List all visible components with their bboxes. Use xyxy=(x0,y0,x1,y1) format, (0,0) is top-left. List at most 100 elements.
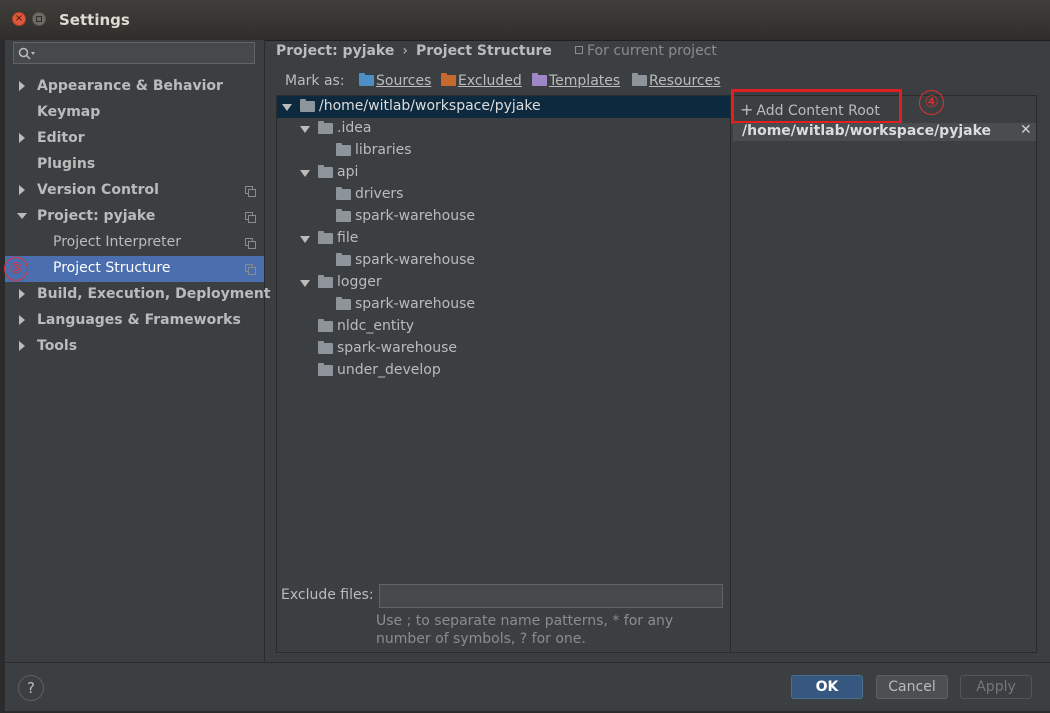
remove-content-root-icon[interactable]: ✕ xyxy=(1020,122,1032,138)
scope-copy-icon xyxy=(575,46,583,54)
help-button[interactable]: ? xyxy=(18,675,44,701)
exclude-files-label: Exclude files: xyxy=(281,587,374,603)
cancel-button[interactable]: Cancel xyxy=(876,675,948,699)
scope-indicator: For current project xyxy=(575,43,717,59)
sidebar-item-label: Plugins xyxy=(37,156,96,172)
collapsed-arrow-icon[interactable] xyxy=(19,81,25,91)
sidebar-item-project-interpreter[interactable]: Project Interpreter xyxy=(5,230,264,256)
tree-row[interactable]: libraries xyxy=(277,140,730,162)
mark-templates-button[interactable]: Templates xyxy=(532,73,620,89)
settings-search-box[interactable] xyxy=(13,42,255,64)
ok-button[interactable]: OK xyxy=(791,675,863,699)
sidebar-item-label: Project Interpreter xyxy=(53,234,182,250)
sources-folder-icon xyxy=(359,73,374,86)
tree-row-label: libraries xyxy=(355,142,412,158)
tree-row[interactable]: spark-warehouse xyxy=(277,250,730,272)
tree-row[interactable]: spark-warehouse xyxy=(277,206,730,228)
tree-row-label: under_develop xyxy=(337,362,441,378)
sidebar-item-label: Tools xyxy=(37,338,78,354)
expand-arrow-icon[interactable] xyxy=(300,236,310,243)
expanded-arrow-icon[interactable] xyxy=(17,213,27,219)
collapsed-arrow-icon[interactable] xyxy=(19,185,25,195)
expand-arrow-icon[interactable] xyxy=(282,104,292,111)
sidebar-item-version-control[interactable]: Version Control xyxy=(5,178,264,204)
folder-icon xyxy=(336,297,351,310)
annotation-marker-3: ③ xyxy=(4,257,28,281)
annotation-highlight-box xyxy=(731,89,902,124)
collapsed-arrow-icon[interactable] xyxy=(19,289,25,299)
scope-label: For current project xyxy=(587,43,717,59)
mark-as-label: Mark as: xyxy=(285,73,345,89)
tree-row[interactable]: .idea xyxy=(277,118,730,140)
expand-arrow-icon[interactable] xyxy=(300,126,310,133)
search-input[interactable] xyxy=(40,44,254,64)
exclude-files-input[interactable] xyxy=(379,584,723,608)
expand-arrow-icon[interactable] xyxy=(300,280,310,287)
sidebar-item-label: Project: pyjake xyxy=(37,208,156,224)
sidebar-item-label: Keymap xyxy=(37,104,101,120)
title-bar: × Settings xyxy=(0,0,1050,41)
content-root-row[interactable]: /home/witlab/workspace/pyjake ✕ xyxy=(733,122,1036,141)
window-title: Settings xyxy=(59,11,130,29)
sidebar-item-appearance-behavior[interactable]: Appearance & Behavior xyxy=(5,74,264,100)
tree-row[interactable]: /home/witlab/workspace/pyjake xyxy=(277,96,730,118)
expand-arrow-icon[interactable] xyxy=(300,170,310,177)
apply-button[interactable]: Apply xyxy=(960,675,1032,699)
sidebar-item-project-structure[interactable]: Project Structure xyxy=(5,256,264,282)
breadcrumb-project: Project: pyjake xyxy=(276,43,395,59)
exclude-files-hint: Use ; to separate name patterns, * for a… xyxy=(376,613,674,647)
close-window-icon[interactable]: × xyxy=(12,12,26,26)
folder-icon xyxy=(318,341,333,354)
settings-sidebar: Appearance & Behavior Keymap Editor Plugins… xyxy=(5,40,271,662)
folder-icon xyxy=(336,187,351,200)
tree-row-label: /home/witlab/workspace/pyjake xyxy=(319,98,541,114)
folder-icon xyxy=(336,253,351,266)
sidebar-item-label: Editor xyxy=(37,130,85,146)
folder-icon xyxy=(318,231,333,244)
maximize-window-icon[interactable] xyxy=(32,12,46,26)
folder-icon xyxy=(318,275,333,288)
mark-sources-button[interactable]: Sources xyxy=(359,73,431,89)
sidebar-item-keymap[interactable]: Keymap xyxy=(5,100,264,126)
sidebar-item-project-pyjake[interactable]: Project: pyjake xyxy=(5,204,264,230)
mark-sources-label: Sources xyxy=(376,73,432,89)
tree-row[interactable]: api xyxy=(277,162,730,184)
tree-row[interactable]: nldc_entity xyxy=(277,316,730,338)
tree-row[interactable]: file xyxy=(277,228,730,250)
mark-resources-button[interactable]: Resources xyxy=(632,73,721,89)
content-root-path: /home/witlab/workspace/pyjake xyxy=(742,123,991,139)
collapsed-arrow-icon[interactable] xyxy=(19,341,25,351)
collapsed-arrow-icon[interactable] xyxy=(19,133,25,143)
sidebar-item-label: Build, Execution, Deployment xyxy=(37,286,271,302)
folder-icon xyxy=(336,143,351,156)
sidebar-item-label: Project Structure xyxy=(53,260,171,276)
mark-excluded-button[interactable]: Excluded xyxy=(441,73,522,89)
folder-icon xyxy=(318,319,333,332)
sidebar-item-label: Appearance & Behavior xyxy=(37,78,223,94)
tree-row[interactable]: spark-warehouse xyxy=(277,338,730,360)
sidebar-item-languages-frameworks[interactable]: Languages & Frameworks xyxy=(5,308,264,334)
breadcrumb: Project: pyjake › Project Structure xyxy=(276,43,552,59)
tree-row[interactable]: spark-warehouse xyxy=(277,294,730,316)
tree-row[interactable]: drivers xyxy=(277,184,730,206)
collapsed-arrow-icon[interactable] xyxy=(19,315,25,325)
tree-row-label: spark-warehouse xyxy=(355,296,475,312)
tree-row[interactable]: logger xyxy=(277,272,730,294)
sidebar-item-editor[interactable]: Editor xyxy=(5,126,264,152)
tree-row-label: nldc_entity xyxy=(337,318,414,334)
tree-row[interactable]: under_develop xyxy=(277,360,730,382)
folder-icon xyxy=(318,121,333,134)
tree-row-label: file xyxy=(337,230,359,246)
tree-row-label: drivers xyxy=(355,186,404,202)
tree-row-label: api xyxy=(337,164,359,180)
folder-icon xyxy=(318,363,333,376)
sidebar-item-label: Version Control xyxy=(37,182,159,198)
project-scope-icon xyxy=(245,238,256,249)
sidebar-item-plugins[interactable]: Plugins xyxy=(5,152,264,178)
annotation-marker-4: ④ xyxy=(919,90,944,115)
sidebar-item-tools[interactable]: Tools xyxy=(5,334,264,360)
project-scope-icon xyxy=(245,186,256,197)
tree-row-label: spark-warehouse xyxy=(355,252,475,268)
sidebar-item-build-execution-deployment[interactable]: Build, Execution, Deployment xyxy=(5,282,271,308)
mark-excluded-label: Excluded xyxy=(458,73,522,89)
